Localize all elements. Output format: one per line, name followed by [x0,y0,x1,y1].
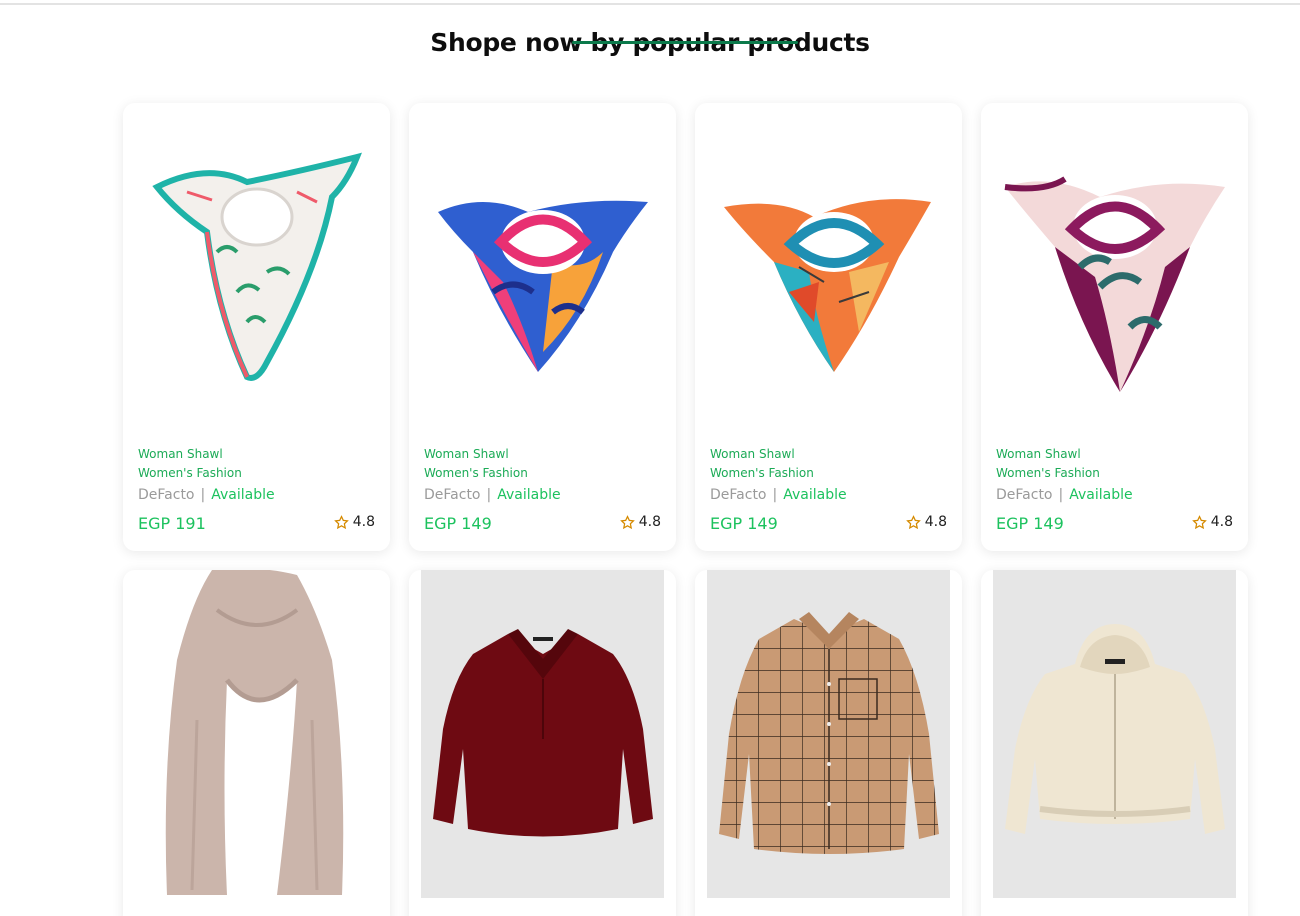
product-rating: 4.8 [905,514,947,530]
product-category[interactable]: Women's Fashion [996,464,1233,483]
availability-status: Available [1069,487,1133,503]
product-category[interactable]: Women's Fashion [138,464,375,483]
product-category[interactable]: Women's Fashion [710,464,947,483]
product-name[interactable]: Woman Shawl [424,445,661,464]
product-card[interactable]: Woman Shawl Women's Fashion DeFacto | Avai… [695,103,962,551]
product-price: EGP 191 [138,514,206,533]
product-card[interactable] [409,570,676,916]
rating-value: 4.8 [924,514,947,530]
product-price: EGP 149 [424,514,492,533]
product-category[interactable]: Women's Fashion [424,464,661,483]
rating-value: 4.8 [1210,514,1233,530]
product-image[interactable] [993,117,1236,437]
product-image[interactable] [421,117,664,437]
product-image[interactable] [135,117,378,437]
availability-status: Available [783,487,847,503]
product-image[interactable] [707,117,950,437]
product-rating: 4.8 [1191,514,1233,530]
star-icon [333,514,349,529]
product-image[interactable] [993,570,1236,898]
product-brand: DeFacto [138,487,195,503]
star-icon [1191,514,1207,529]
availability-status: Available [211,487,275,503]
product-card[interactable] [981,570,1248,916]
meta-separator: | [200,487,206,503]
product-card[interactable]: Woman Shawl Women's Fashion DeFacto | Avai… [981,103,1248,551]
top-divider [0,3,1300,5]
availability-status: Available [497,487,561,503]
product-image[interactable] [421,570,664,898]
product-brand: DeFacto [424,487,481,503]
rating-value: 4.8 [638,514,661,530]
title-underline [572,41,798,44]
product-name[interactable]: Woman Shawl [710,445,947,464]
product-brand: DeFacto [996,487,1053,503]
meta-separator: | [772,487,778,503]
product-price: EGP 149 [710,514,778,533]
product-name[interactable]: Woman Shawl [138,445,375,464]
rating-value: 4.8 [352,514,375,530]
product-image[interactable] [135,570,378,898]
star-icon [905,514,921,529]
product-card[interactable] [695,570,962,916]
product-name[interactable]: Woman Shawl [996,445,1233,464]
meta-separator: | [486,487,492,503]
star-icon [619,514,635,529]
product-brand: DeFacto [710,487,767,503]
product-card[interactable]: Woman Shawl Women's Fashion DeFacto | Avai… [409,103,676,551]
meta-separator: | [1058,487,1064,503]
product-card[interactable]: Woman Shawl Women's Fashion DeFacto | Avai… [123,103,390,551]
product-rating: 4.8 [333,514,375,530]
product-rating: 4.8 [619,514,661,530]
product-card[interactable] [123,570,390,916]
product-image[interactable] [707,570,950,898]
product-price: EGP 149 [996,514,1064,533]
